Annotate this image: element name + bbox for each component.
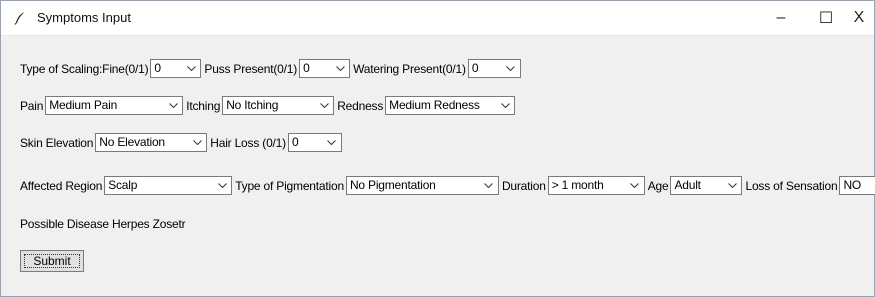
title-bar[interactable]: Symptoms Input – ☐ X [1, 1, 874, 36]
chevron-down-icon [506, 60, 516, 77]
elevation-value: No Elevation [99, 135, 165, 149]
puss-label: Puss Present(0/1) [204, 61, 298, 76]
chevron-down-icon [192, 134, 202, 151]
scaling-select[interactable]: 0 [150, 59, 202, 78]
itching-select[interactable]: No Itching [222, 96, 335, 115]
chevron-down-icon [319, 97, 329, 114]
elevation-row: Skin Elevation No Elevation Hair Loss (0… [20, 132, 345, 153]
chevron-down-icon [335, 60, 345, 77]
chevron-down-icon [186, 60, 196, 77]
elevation-select[interactable]: No Elevation [95, 133, 208, 152]
chevron-down-icon [327, 134, 337, 151]
sensation-select[interactable]: NO [839, 176, 875, 195]
close-button[interactable]: X [844, 1, 874, 35]
pigmentation-label: Type of Pigmentation [235, 178, 344, 193]
chevron-down-icon [500, 97, 510, 114]
pain-row: Pain Medium Pain Itching No Itching Redn… [20, 95, 518, 116]
itching-label: Itching [186, 98, 221, 113]
region-select[interactable]: Scalp [104, 176, 233, 195]
watering-label: Watering Present(0/1) [353, 61, 466, 76]
redness-value: Medium Redness [389, 98, 480, 112]
duration-value: > 1 month [551, 178, 604, 192]
elevation-label: Skin Elevation [20, 135, 94, 150]
age-value: Adult [674, 178, 701, 192]
focus-rect [24, 254, 80, 268]
puss-value: 0 [303, 61, 310, 75]
minimize-button[interactable]: – [761, 1, 801, 35]
pain-label: Pain [20, 98, 44, 113]
submit-button[interactable]: Submit [20, 250, 84, 272]
sensation-label: Loss of Sensation [745, 178, 838, 193]
chevron-down-icon [630, 177, 640, 194]
window-title: Symptoms Input [37, 10, 131, 25]
chevron-down-icon [727, 177, 737, 194]
watering-value: 0 [471, 61, 479, 75]
pigmentation-select[interactable]: No Pigmentation [345, 176, 499, 195]
chevron-down-icon [217, 177, 227, 194]
duration-select[interactable]: > 1 month [547, 176, 645, 195]
sensation-value: NO [843, 178, 862, 192]
age-label: Age [647, 178, 669, 193]
region-label: Affected Region [20, 178, 103, 193]
chevron-down-icon [484, 177, 494, 194]
redness-select[interactable]: Medium Redness [385, 96, 516, 115]
hairloss-value: 0 [291, 135, 299, 149]
maximize-button[interactable]: ☐ [806, 1, 846, 35]
puss-select[interactable]: 0 [299, 59, 351, 78]
scaling-value: 0 [154, 61, 161, 75]
region-value: Scalp [108, 178, 138, 192]
pain-select[interactable]: Medium Pain [45, 96, 184, 115]
chevron-down-icon [168, 97, 178, 114]
result-text: Possible Disease Herpes Zosetr [20, 217, 186, 231]
scaling-row: Type of Scaling:Fine(0/1) 0 Puss Present… [20, 58, 524, 79]
age-select[interactable]: Adult [670, 176, 743, 195]
redness-label: Redness [337, 98, 384, 113]
hairloss-select[interactable]: 0 [287, 133, 342, 152]
itching-value: No Itching [226, 98, 279, 112]
watering-select[interactable]: 0 [467, 59, 521, 78]
hairloss-label: Hair Loss (0/1) [210, 135, 286, 150]
feather-icon [13, 11, 27, 25]
pigmentation-value: No Pigmentation [349, 178, 436, 192]
duration-label: Duration [501, 178, 546, 193]
scaling-label: Type of Scaling:Fine(0/1) [20, 61, 149, 76]
pain-value: Medium Pain [49, 98, 118, 112]
region-row: Affected Region Scalp Type of Pigmentati… [20, 175, 875, 196]
app-window: Symptoms Input – ☐ X Type of Scaling:Fin… [0, 0, 875, 297]
